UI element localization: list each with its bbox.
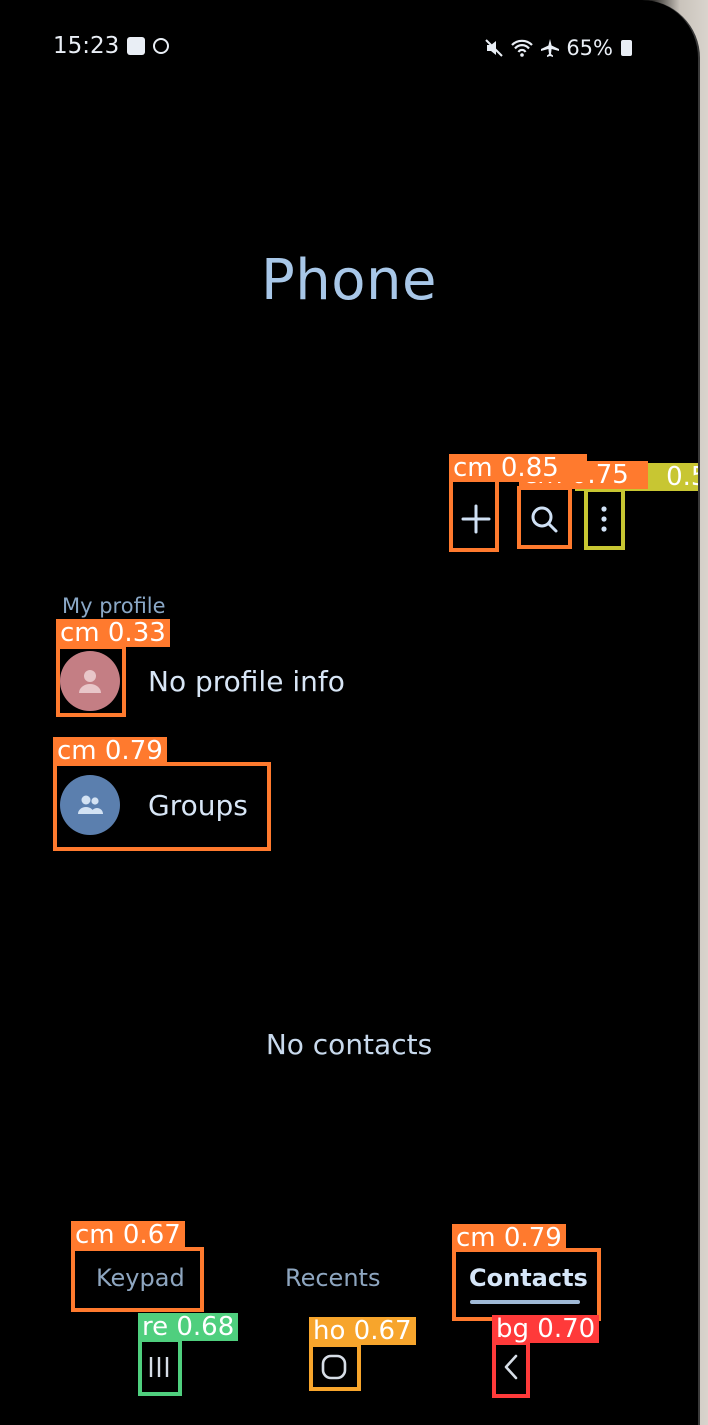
search-button[interactable]	[520, 490, 568, 548]
status-bar-left: 15:23	[53, 33, 170, 59]
my-profile-heading: My profile	[62, 594, 166, 618]
phone-screen: 15:23 65% Phone My profile No profile in…	[0, 0, 698, 1425]
status-time: 15:23	[53, 33, 120, 59]
search-icon	[531, 506, 558, 533]
plus-icon	[461, 504, 491, 534]
battery-percent: 65%	[566, 36, 613, 60]
groups-label: Groups	[148, 788, 248, 822]
page-title: Phone	[261, 248, 437, 313]
detection-tag-back: bg 0.70	[492, 1315, 600, 1343]
no-contacts-message: No contacts	[265, 1028, 433, 1061]
home-button[interactable]	[314, 1342, 354, 1392]
battery-icon	[621, 40, 632, 56]
profile-label: No profile info	[148, 664, 345, 698]
more-options-button[interactable]	[586, 490, 622, 548]
checkbox-notification-icon	[127, 37, 146, 55]
phone-device: 15:23 65% Phone My profile No profile in…	[0, 0, 700, 1425]
detection-tag-add: cm 0.85	[449, 454, 587, 482]
my-profile-row[interactable]: No profile info	[60, 651, 345, 711]
mute-icon	[485, 39, 504, 57]
recent-apps-button[interactable]	[139, 1342, 179, 1392]
group-icon	[78, 795, 103, 814]
detection-tag-groups: cm 0.79	[53, 737, 167, 765]
photo-scene: 15:23 65% Phone My profile No profile in…	[0, 0, 708, 1425]
active-tab-indicator	[470, 1300, 580, 1304]
tab-keypad[interactable]: Keypad	[96, 1264, 185, 1292]
groups-avatar	[60, 775, 120, 835]
back-button[interactable]	[491, 1342, 531, 1392]
sync-notification-icon	[153, 38, 170, 54]
wifi-icon	[511, 39, 534, 57]
add-contact-button[interactable]	[452, 490, 500, 548]
home-icon	[321, 1354, 347, 1380]
status-bar-right: 65%	[484, 36, 632, 60]
detection-tag-keypad: cm 0.67	[71, 1221, 185, 1249]
tab-recents[interactable]: Recents	[285, 1264, 380, 1292]
recent-apps-icon	[149, 1357, 169, 1377]
profile-avatar	[60, 651, 120, 711]
detection-tag-home: ho 0.67	[309, 1317, 416, 1345]
back-icon	[504, 1354, 518, 1380]
groups-row[interactable]: Groups	[60, 775, 248, 835]
airplane-icon	[541, 39, 560, 57]
more-vert-icon	[601, 506, 607, 532]
detection-tag-profile: cm 0.33	[56, 619, 170, 647]
person-icon	[79, 670, 101, 693]
detection-tag-recent-apps: re 0.68	[138, 1313, 239, 1341]
tab-contacts[interactable]: Contacts	[469, 1264, 588, 1292]
detection-tag-contacts: cm 0.79	[452, 1224, 566, 1252]
